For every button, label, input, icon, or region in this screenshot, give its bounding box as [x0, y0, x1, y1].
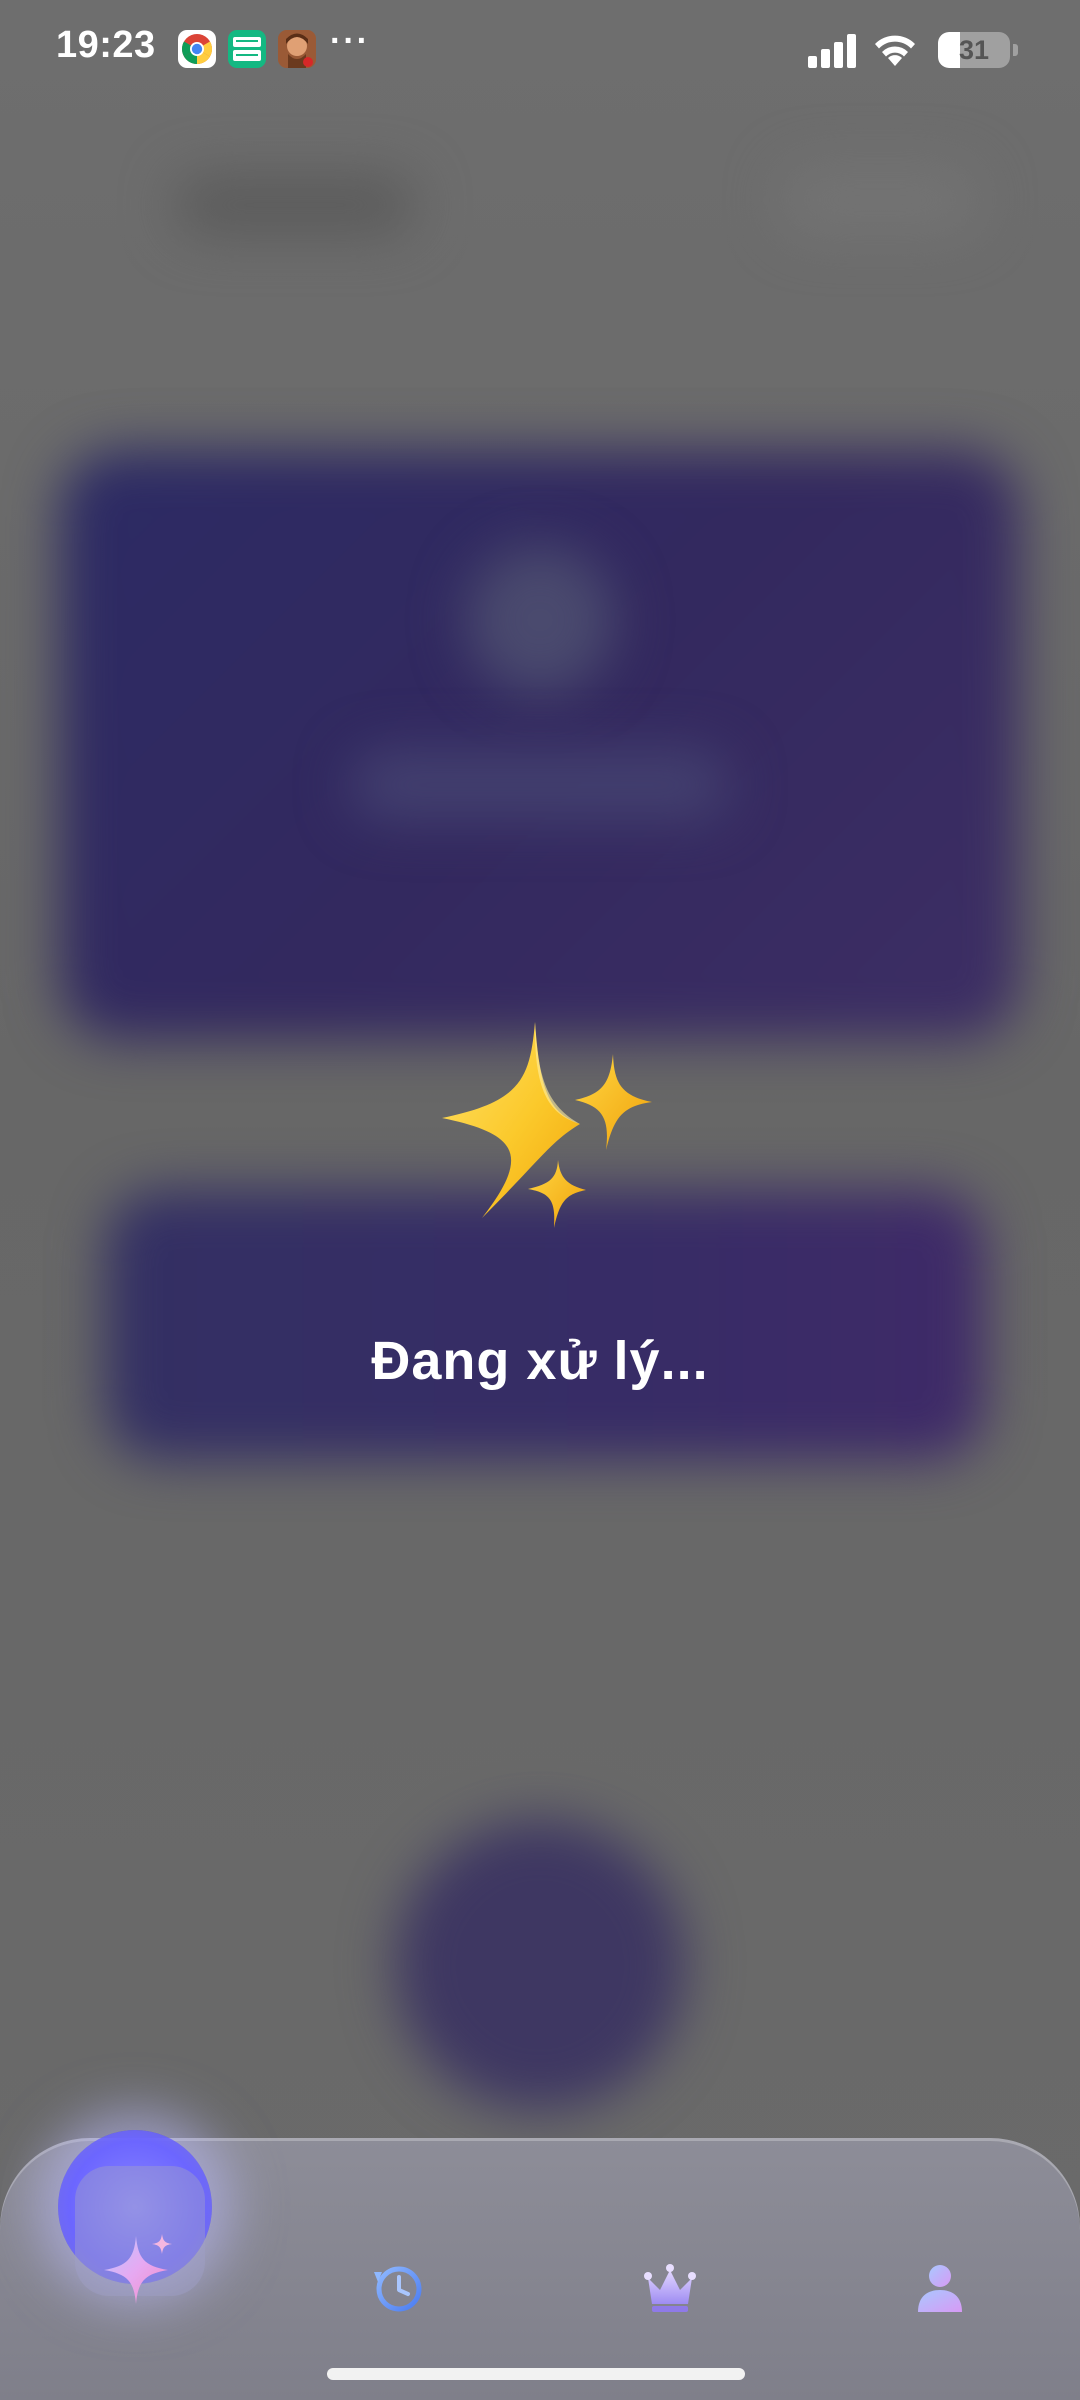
sparkles-icon	[430, 1010, 660, 1235]
wifi-icon	[870, 30, 920, 73]
cellular-signal-icon	[808, 34, 858, 73]
blurred-upload-card	[60, 450, 1020, 1040]
history-clock-icon	[374, 2266, 422, 2312]
more-notifications-indicator: ···	[330, 22, 370, 60]
blurred-header-action	[780, 165, 980, 235]
processing-overlay: Đang xử lý...	[0, 1010, 1080, 1410]
tab-premium[interactable]	[610, 2228, 730, 2348]
temp-mail-icon	[228, 30, 266, 68]
processing-screen: 19:23 ··· 31 Đang xử lý...	[0, 0, 1080, 2400]
tab-history[interactable]	[338, 2228, 458, 2348]
sparkle-icon	[104, 2234, 172, 2304]
battery-indicator: 31	[938, 32, 1010, 68]
status-time: 19:23	[56, 24, 156, 66]
tab-profile[interactable]	[880, 2228, 1000, 2348]
game-avatar-icon	[278, 30, 316, 68]
blurred-card-icon	[465, 545, 615, 695]
battery-cap	[1013, 44, 1018, 56]
status-bar: 19:23 ··· 31	[0, 0, 1080, 100]
battery-percentage: 31	[958, 35, 990, 65]
tab-create[interactable]	[80, 2208, 200, 2328]
crown-icon	[644, 2264, 696, 2312]
chrome-icon	[178, 30, 216, 68]
home-indicator[interactable]	[327, 2368, 745, 2380]
bottom-tab-bar	[0, 2130, 1080, 2400]
blurred-generate-button	[395, 1820, 685, 2110]
blurred-header-title	[175, 175, 415, 235]
user-icon	[918, 2265, 962, 2312]
processing-label: Đang xử lý...	[371, 1331, 709, 1391]
blurred-card-text	[350, 750, 730, 820]
